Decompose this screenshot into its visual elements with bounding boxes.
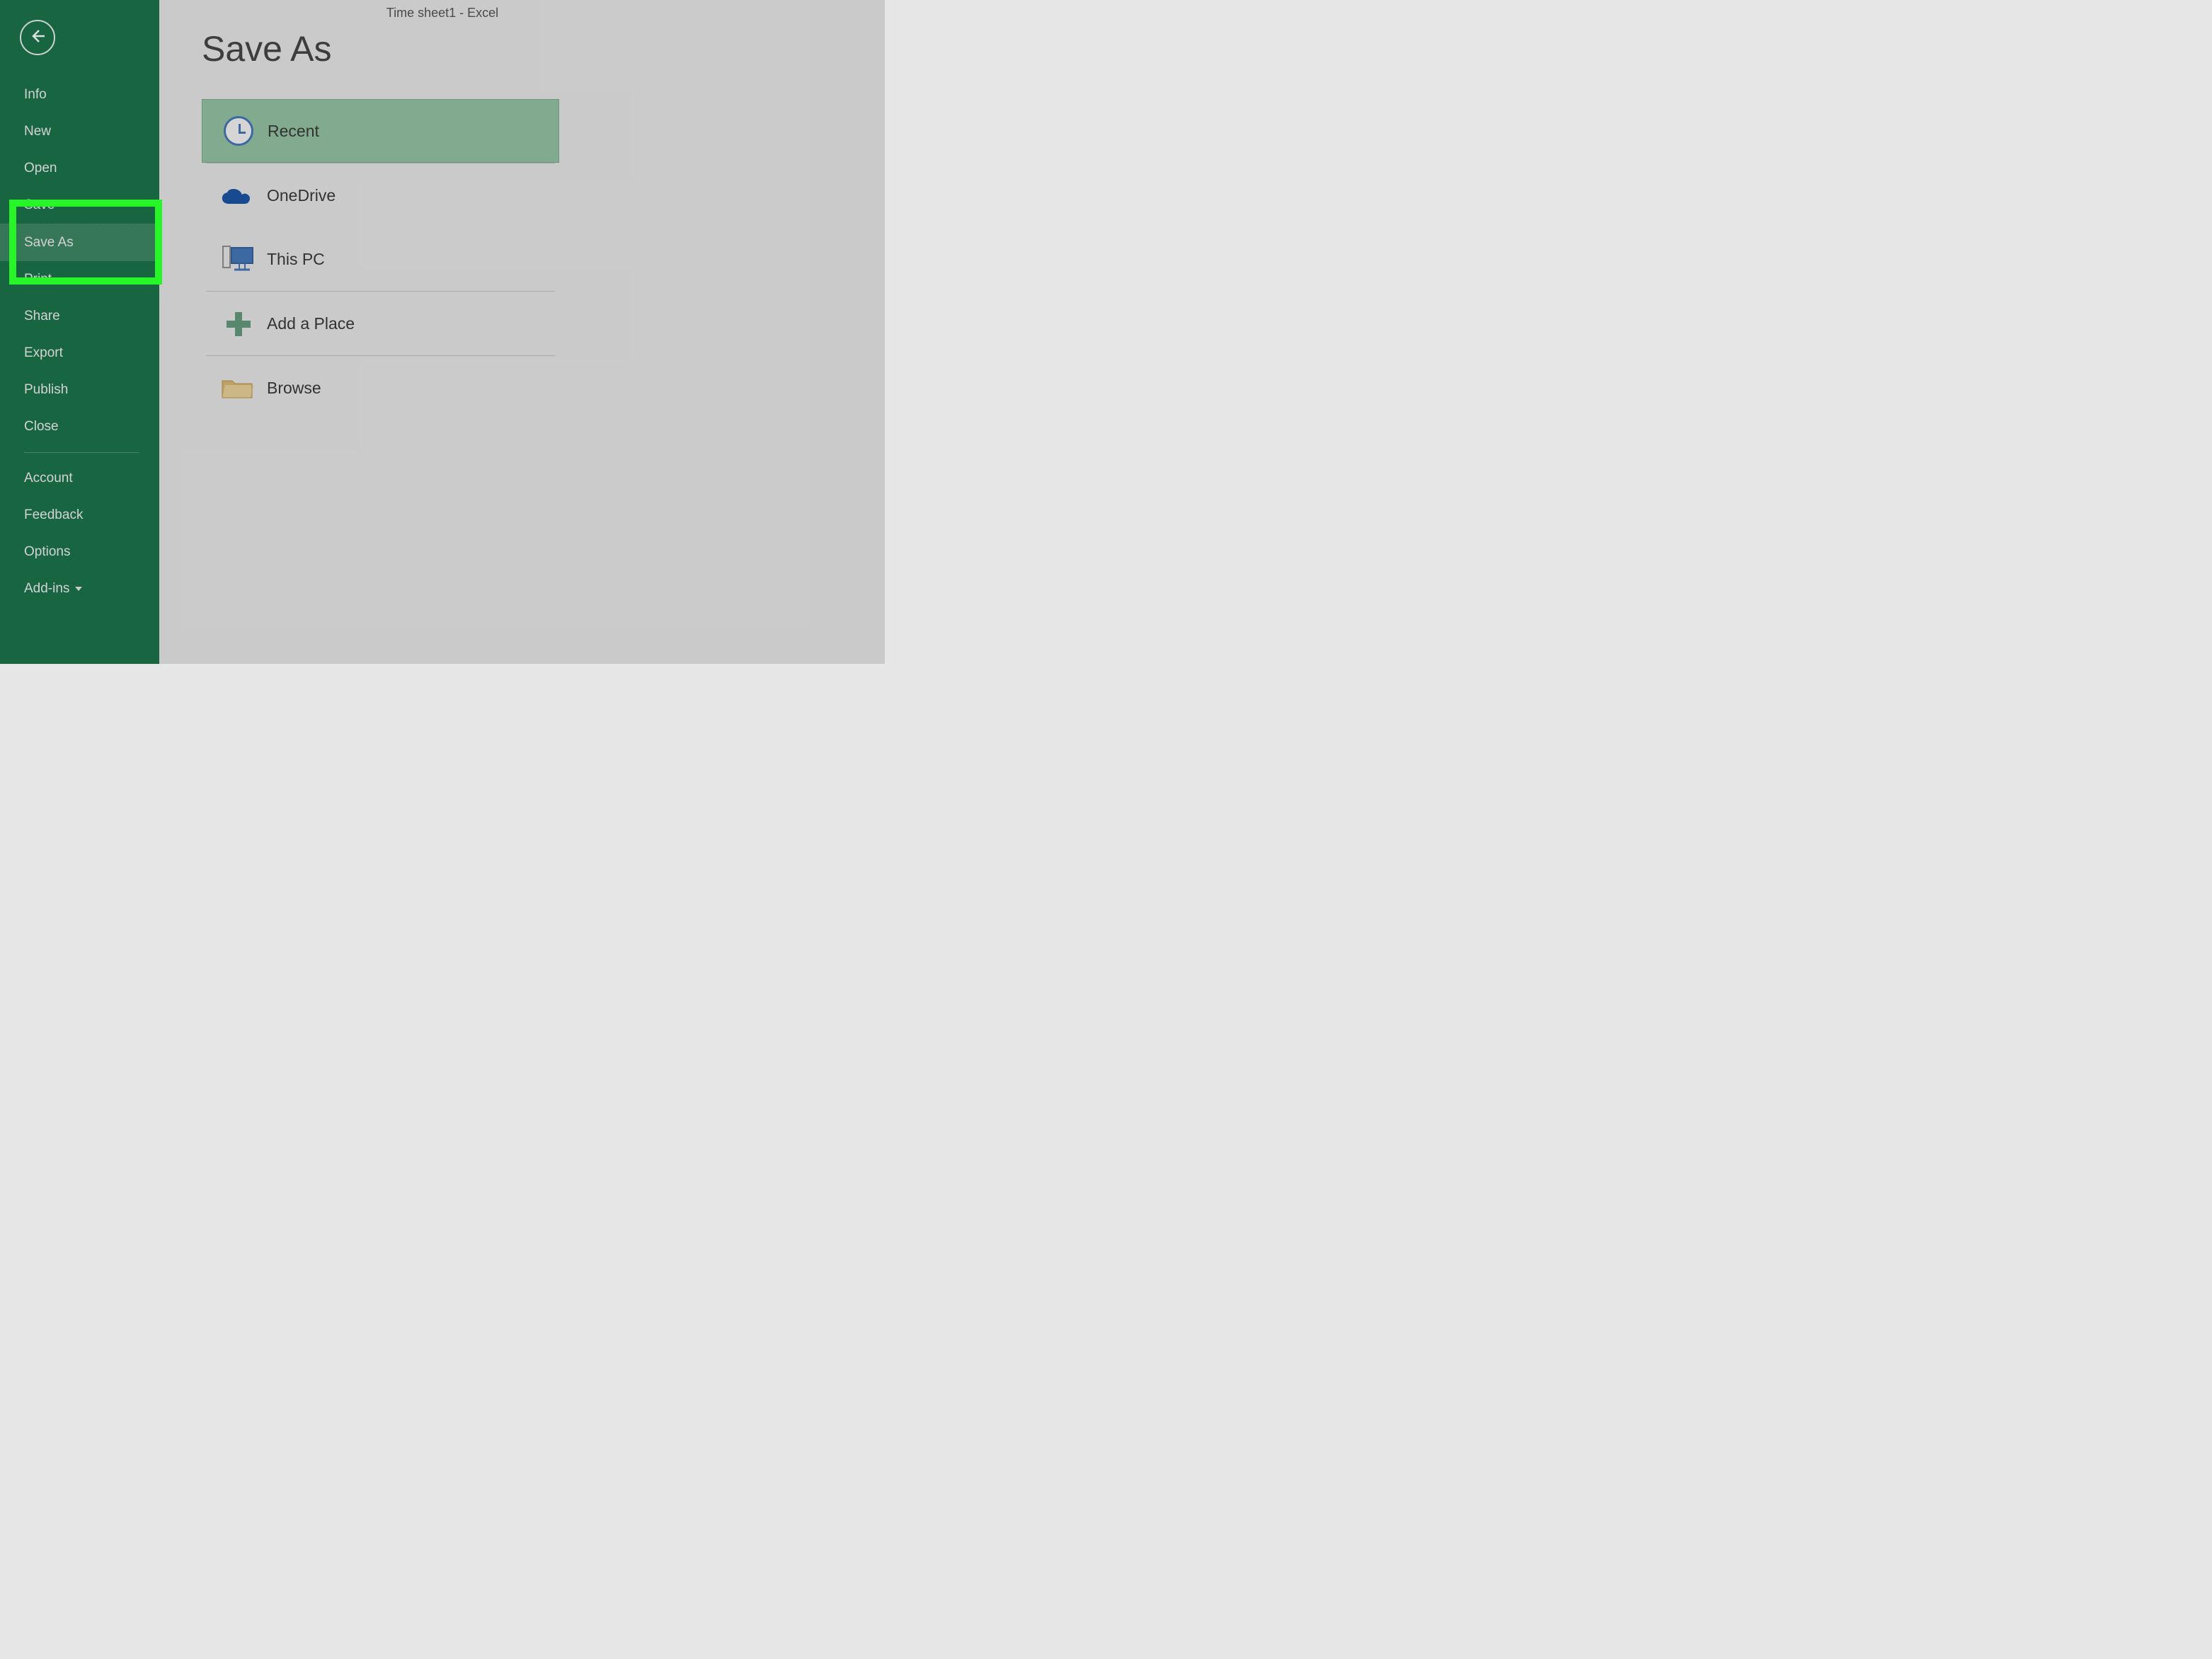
- folder-icon: [216, 375, 260, 401]
- menu-item-feedback[interactable]: Feedback: [0, 497, 159, 534]
- menu-item-options[interactable]: Options: [0, 534, 159, 570]
- menu-item-account[interactable]: Account: [0, 460, 159, 497]
- cloud-icon: [216, 183, 260, 207]
- location-recent[interactable]: Recent: [202, 99, 559, 163]
- back-button[interactable]: [20, 20, 55, 55]
- menu-item-open[interactable]: Open: [0, 150, 159, 187]
- menu-item-publish[interactable]: Publish: [0, 372, 159, 408]
- location-label: OneDrive: [267, 186, 336, 205]
- menu-label: Publish: [24, 382, 68, 397]
- backstage-main: Save As Recent OneDrive: [159, 0, 885, 664]
- menu-label: Export: [24, 345, 63, 360]
- save-locations-list: Recent OneDrive: [202, 99, 559, 420]
- location-this-pc[interactable]: This PC: [202, 227, 559, 291]
- menu-label: Share: [24, 309, 60, 323]
- menu-label: Add-ins: [24, 581, 69, 596]
- location-browse[interactable]: Browse: [202, 356, 559, 420]
- menu-label: Options: [24, 544, 70, 559]
- menu-label: Account: [24, 471, 73, 486]
- menu-item-addins[interactable]: Add-ins: [0, 570, 159, 607]
- location-onedrive[interactable]: OneDrive: [202, 163, 559, 227]
- menu-item-share[interactable]: Share: [0, 298, 159, 335]
- location-add-place[interactable]: Add a Place: [202, 292, 559, 355]
- monitor-icon: [216, 243, 260, 275]
- backstage-menu: Info New Open Save Save As Print Share E…: [0, 76, 159, 607]
- menu-separator: [24, 452, 139, 453]
- plus-icon: [225, 311, 251, 336]
- menu-item-new[interactable]: New: [0, 113, 159, 150]
- menu-label: Feedback: [24, 507, 83, 522]
- arrow-left-icon: [29, 28, 46, 48]
- location-label: Recent: [268, 122, 319, 141]
- menu-label: New: [24, 124, 51, 139]
- menu-label: Print: [24, 272, 52, 287]
- menu-item-print[interactable]: Print: [0, 261, 159, 298]
- menu-label: Info: [24, 87, 47, 102]
- page-title: Save As: [202, 28, 842, 69]
- menu-label: Save As: [24, 235, 74, 250]
- location-label: This PC: [267, 250, 325, 269]
- location-label: Add a Place: [267, 314, 355, 333]
- menu-item-info[interactable]: Info: [0, 76, 159, 113]
- clock-icon: [224, 116, 253, 146]
- menu-label: Close: [24, 419, 59, 434]
- menu-label: Open: [24, 161, 57, 176]
- menu-item-export[interactable]: Export: [0, 335, 159, 372]
- menu-label: Save: [24, 197, 55, 212]
- menu-item-close[interactable]: Close: [0, 408, 159, 445]
- backstage-sidebar: Info New Open Save Save As Print Share E…: [0, 0, 159, 664]
- menu-item-save-as[interactable]: Save As: [0, 224, 159, 261]
- menu-item-save[interactable]: Save: [0, 187, 159, 224]
- location-label: Browse: [267, 379, 321, 398]
